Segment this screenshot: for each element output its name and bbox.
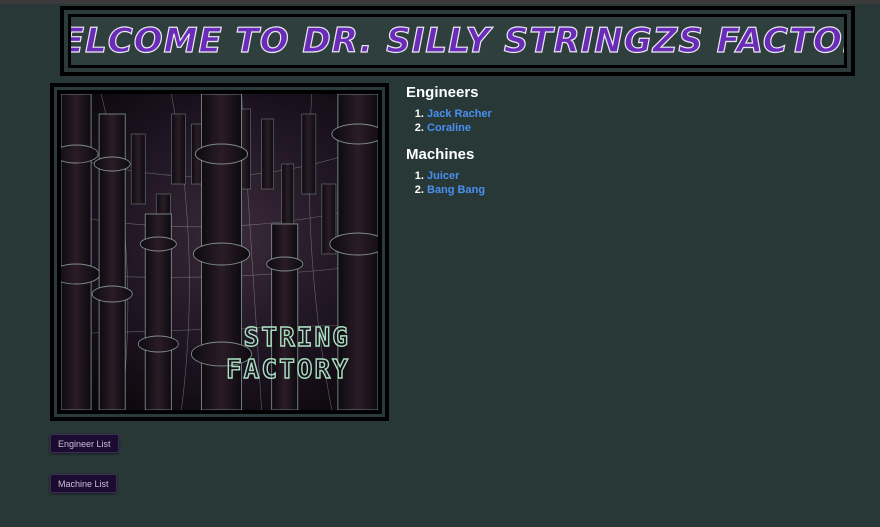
machines-section: Machines Juicer Bang Bang bbox=[406, 146, 492, 197]
factory-image-frame: STRING FACTORY bbox=[50, 83, 389, 421]
string-factory-image: STRING FACTORY bbox=[61, 94, 378, 410]
engineers-section: Engineers Jack Racher Coraline bbox=[406, 84, 492, 135]
content-lists: Engineers Jack Racher Coraline Machines … bbox=[406, 84, 492, 197]
machines-list: Juicer Bang Bang bbox=[406, 169, 492, 197]
machine-list-button[interactable]: Machine List bbox=[50, 474, 117, 493]
engineer-link-coraline[interactable]: Coraline bbox=[427, 122, 471, 134]
browser-top-strip bbox=[0, 0, 880, 4]
image-caption-line1: STRING bbox=[244, 323, 350, 353]
banner: Welcome to Dr. Silly Stringzs Factory bbox=[60, 6, 855, 76]
image-frame-border: STRING FACTORY bbox=[54, 87, 385, 417]
engineers-heading: Engineers bbox=[406, 84, 479, 101]
banner-border: Welcome to Dr. Silly Stringzs Factory bbox=[64, 10, 851, 72]
list-item: Coraline bbox=[427, 121, 492, 135]
list-item: Bang Bang bbox=[427, 183, 492, 197]
page-title: Welcome to Dr. Silly Stringzs Factory bbox=[71, 17, 844, 65]
list-item: Juicer bbox=[427, 169, 492, 183]
image-frame-inner: STRING FACTORY bbox=[57, 90, 382, 414]
banner-inner-border: Welcome to Dr. Silly Stringzs Factory bbox=[68, 14, 847, 68]
list-item: Jack Racher bbox=[427, 107, 492, 121]
machine-link-juicer[interactable]: Juicer bbox=[427, 170, 459, 182]
image-caption-line2: FACTORY bbox=[226, 355, 350, 385]
engineers-list: Jack Racher Coraline bbox=[406, 107, 492, 135]
engineer-list-button[interactable]: Engineer List bbox=[50, 434, 119, 453]
engineer-link-jack-racher[interactable]: Jack Racher bbox=[427, 108, 492, 120]
machine-link-bang-bang[interactable]: Bang Bang bbox=[427, 184, 485, 196]
machines-heading: Machines bbox=[406, 146, 475, 163]
